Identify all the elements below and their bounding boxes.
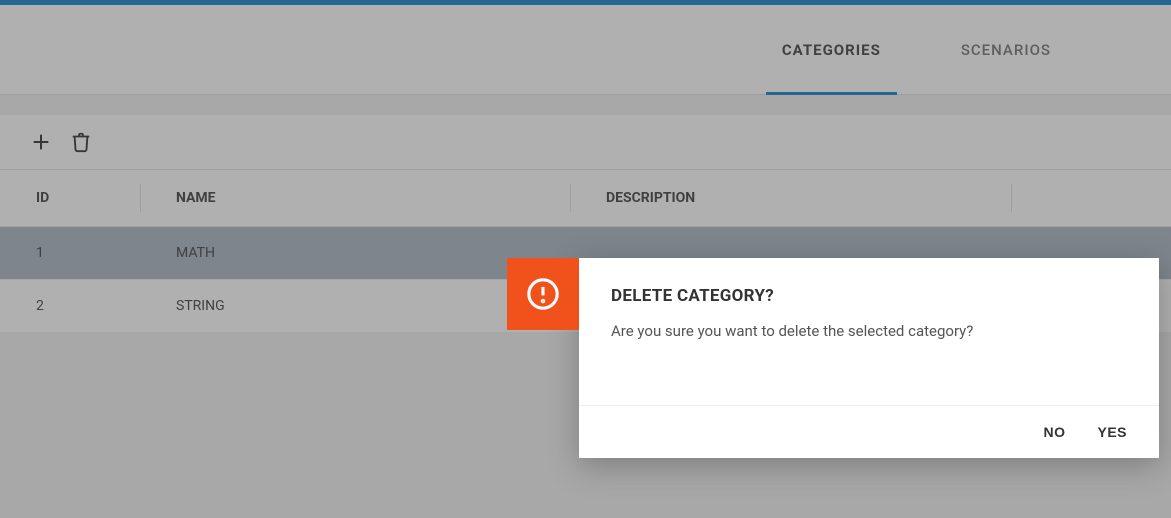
no-button[interactable]: NO bbox=[1043, 424, 1065, 440]
confirm-delete-dialog: DELETE CATEGORY? Are you sure you want t… bbox=[579, 258, 1159, 458]
dialog-message: Are you sure you want to delete the sele… bbox=[611, 320, 1127, 343]
yes-button[interactable]: YES bbox=[1097, 424, 1127, 440]
dialog-footer: NO YES bbox=[579, 405, 1159, 458]
alert-icon bbox=[507, 258, 579, 330]
dialog-title: DELETE CATEGORY? bbox=[611, 286, 1127, 306]
